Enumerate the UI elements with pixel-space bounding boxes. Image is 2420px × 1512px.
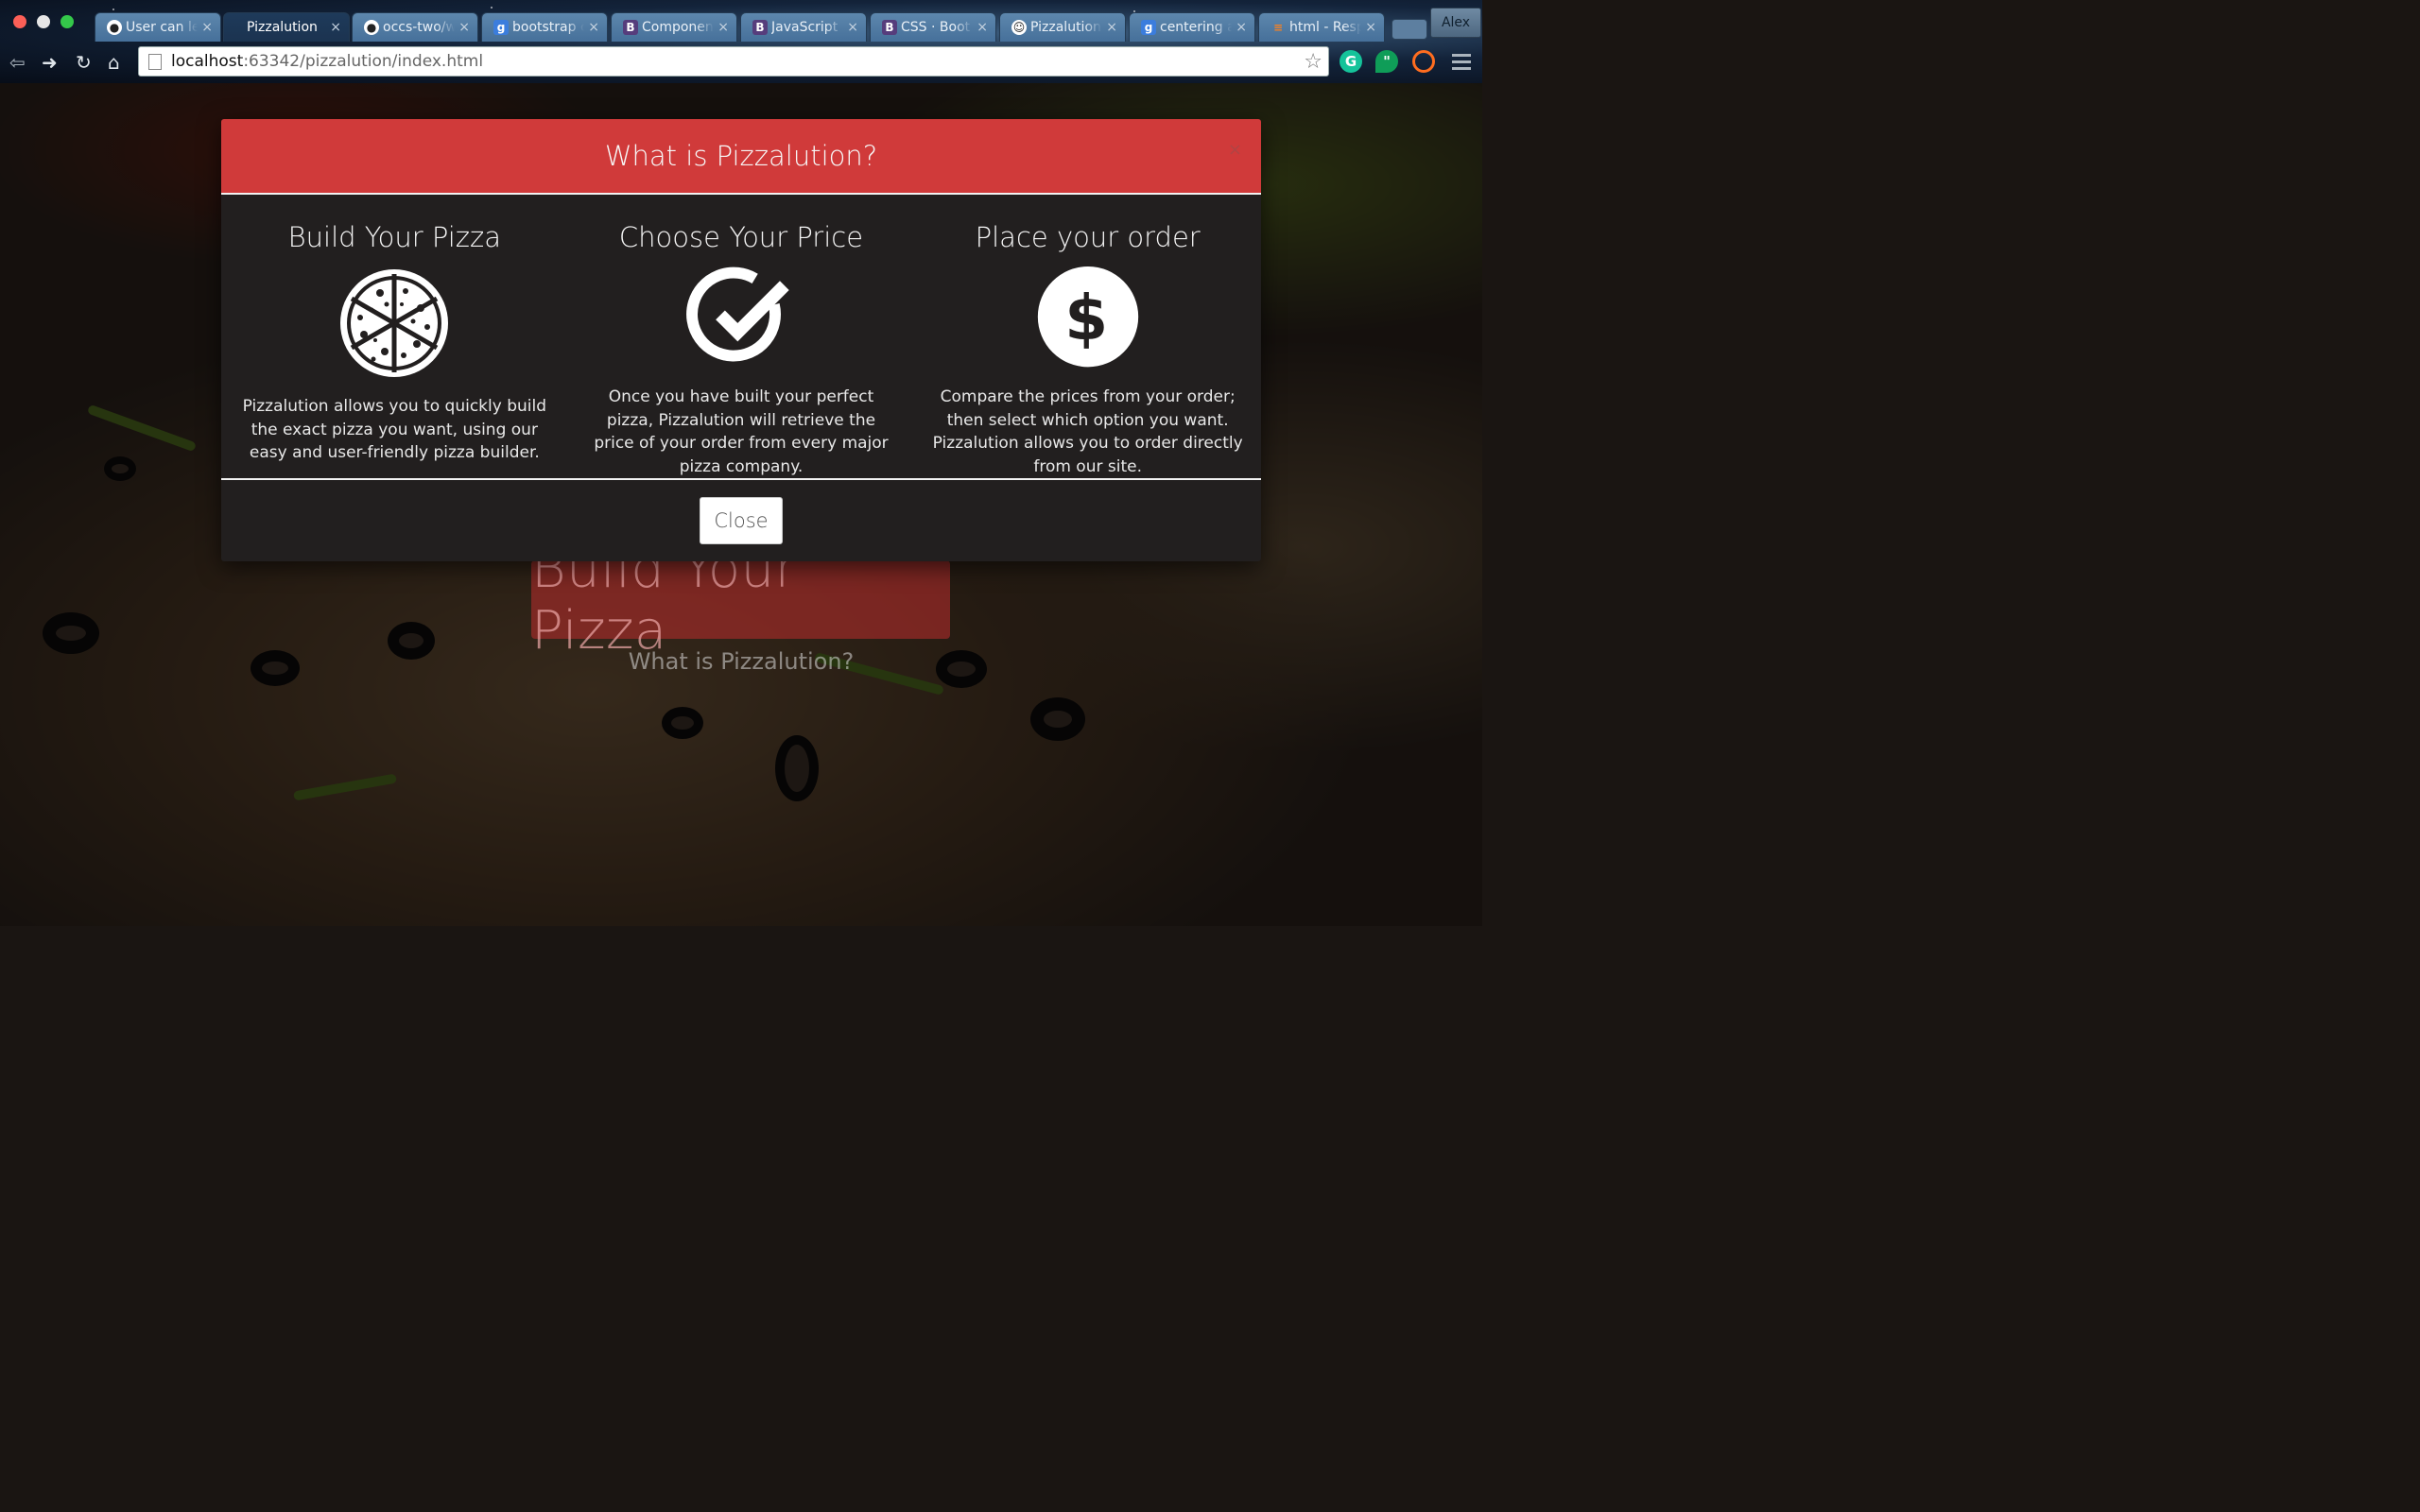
close-icon[interactable]: ×	[330, 20, 341, 35]
stackoverflow-icon: ≡	[1272, 21, 1284, 34]
bootstrap-icon: B	[623, 20, 638, 35]
feature-title: Choose Your Price	[618, 221, 864, 253]
back-icon[interactable]: ⇦	[9, 51, 26, 74]
tab-label: centering a	[1160, 20, 1233, 35]
close-icon[interactable]: ×	[1365, 20, 1376, 35]
tab-label: JavaScript	[771, 20, 838, 35]
close-icon[interactable]: ×	[458, 20, 470, 35]
feature-title: Build Your Pizza	[287, 221, 502, 253]
tab-label: CSS · Boot	[901, 20, 971, 35]
modal-footer: Close	[221, 478, 1261, 559]
feature-price: Choose Your Price Once you have built yo…	[568, 195, 915, 478]
bootstrap-icon: B	[882, 20, 897, 35]
profile-button[interactable]: Alex	[1430, 8, 1481, 38]
dollar-circle-icon: $	[1037, 266, 1138, 368]
tab-bootstrap-search[interactable]: g bootstrap c ×	[481, 12, 608, 42]
tab-occs-two[interactable]: ● occs-two/w ×	[352, 12, 478, 42]
url-host: localhost	[171, 52, 244, 71]
tab-pizzalution-2[interactable]: ☺ Pizzalution ×	[999, 12, 1126, 42]
home-icon[interactable]: ⌂	[108, 51, 120, 74]
bootstrap-icon: B	[752, 20, 768, 35]
feature-title: Place your order	[975, 221, 1201, 253]
url-path: :63342/pizzalution/index.html	[243, 52, 484, 71]
close-icon[interactable]: ×	[977, 20, 988, 35]
hangouts-icon[interactable]: "	[1375, 50, 1398, 73]
tab-label: User can le	[126, 20, 199, 35]
address-bar[interactable]: localhost:63342/pizzalution/index.html ☆	[138, 46, 1329, 77]
github-icon: ●	[364, 20, 379, 35]
github-icon: ●	[107, 20, 122, 35]
menu-icon[interactable]	[1451, 50, 1472, 73]
window-close-button[interactable]	[13, 15, 26, 28]
modal-body: Build Your Pizza Pizzalution allows you …	[221, 195, 1261, 478]
close-icon[interactable]: ×	[201, 20, 213, 35]
close-icon[interactable]: ×	[588, 20, 599, 35]
tab-components[interactable]: B Component ×	[611, 12, 737, 42]
close-icon[interactable]: ×	[1236, 20, 1247, 35]
bookmark-star-icon[interactable]: ☆	[1304, 50, 1322, 74]
modal-close-icon[interactable]: ×	[1228, 140, 1242, 160]
close-button[interactable]: Close	[700, 497, 783, 544]
browser-chrome: ● User can le × Pizzalution × ● occs-two…	[0, 0, 1482, 84]
forward-icon[interactable]: ➜	[42, 51, 58, 74]
tab-label: Pizzalution	[1030, 20, 1101, 35]
page-icon	[148, 54, 162, 70]
checkmark-circle-icon	[686, 266, 789, 362]
tab-label: bootstrap c	[512, 20, 585, 35]
extension-ring-icon[interactable]	[1412, 50, 1435, 73]
grammarly-icon[interactable]: G	[1340, 50, 1362, 73]
what-is-pizzalution-link[interactable]: What is Pizzalution?	[0, 648, 1482, 675]
pizza-icon	[340, 269, 449, 377]
tab-javascript[interactable]: B JavaScript ×	[740, 12, 867, 42]
feature-order: Place your order $ Compare the prices fr…	[914, 195, 1261, 478]
tab-label: html - Resp	[1289, 20, 1362, 35]
modal-header: What is Pizzalution? ×	[221, 119, 1261, 195]
google-icon: g	[1141, 20, 1156, 35]
window-minimize-button[interactable]	[37, 15, 50, 28]
window-zoom-button[interactable]	[60, 15, 74, 28]
close-icon[interactable]: ×	[847, 20, 858, 35]
google-icon: g	[493, 20, 509, 35]
feature-description: Compare the prices from your order; then…	[932, 387, 1243, 476]
feature-build: Build Your Pizza Pizzalution allows you …	[221, 195, 568, 478]
tab-pizzalution-active[interactable]: Pizzalution ×	[223, 12, 350, 42]
close-icon[interactable]: ×	[1106, 20, 1117, 35]
feature-description: Once you have built your perfect pizza, …	[594, 387, 889, 476]
tab-html-resp[interactable]: ≡ html - Resp ×	[1258, 12, 1385, 42]
tab-label: occs-two/w	[383, 20, 456, 35]
feature-description: Pizzalution allows you to quickly build …	[242, 397, 546, 462]
build-your-pizza-button[interactable]: Build Your Pizza	[531, 539, 950, 662]
svg-text:$: $	[1064, 282, 1108, 354]
tab-user-can[interactable]: ● User can le ×	[95, 12, 221, 42]
reload-icon[interactable]: ↻	[76, 51, 92, 74]
tab-label: Pizzalution	[247, 20, 318, 35]
close-icon[interactable]: ×	[717, 20, 729, 35]
tab-label: Component	[642, 20, 715, 35]
new-tab-button[interactable]	[1392, 19, 1427, 40]
modal-title: What is Pizzalution?	[604, 140, 878, 172]
smiley-icon: ☺	[1011, 20, 1027, 35]
info-modal: What is Pizzalution? × Build Your Pizza	[221, 119, 1261, 561]
tab-css-bootstrap[interactable]: B CSS · Boot ×	[870, 12, 996, 42]
tab-centering[interactable]: g centering a ×	[1129, 12, 1255, 42]
